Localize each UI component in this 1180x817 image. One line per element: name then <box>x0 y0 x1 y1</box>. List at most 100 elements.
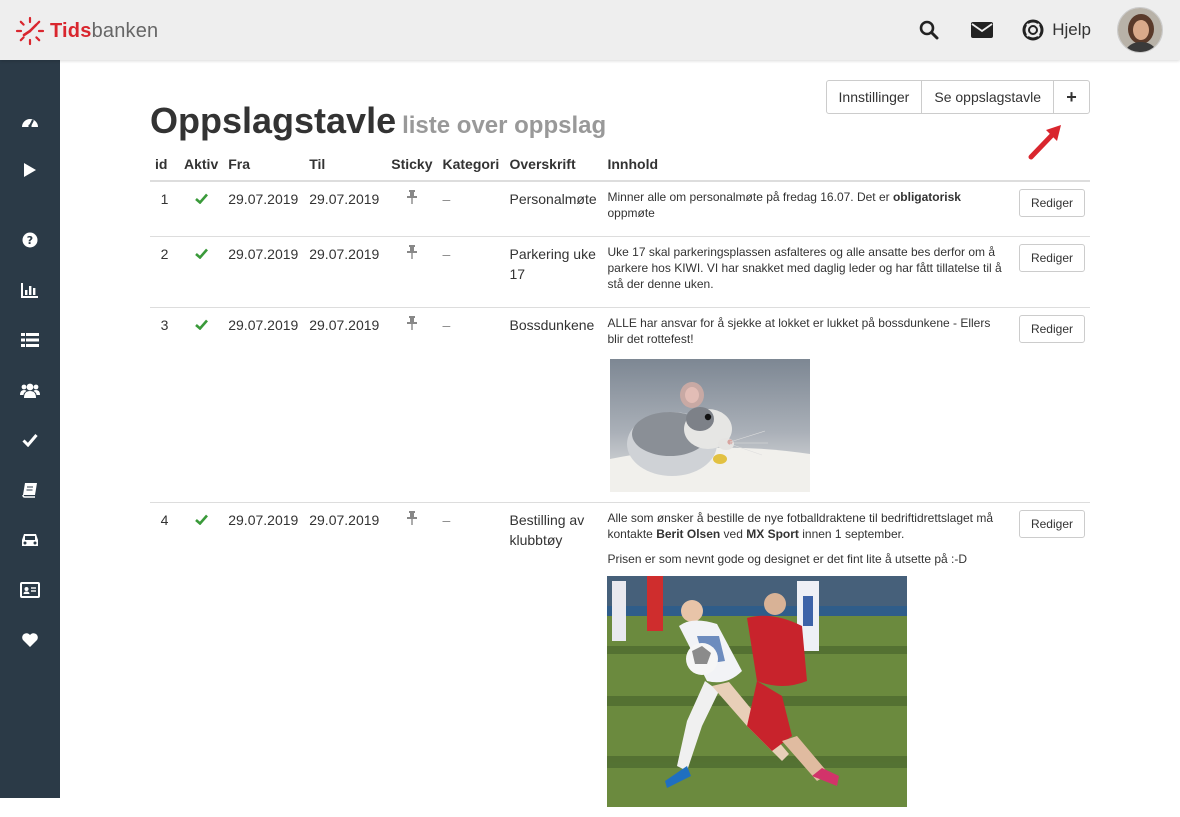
check-icon <box>195 246 208 262</box>
sidebar-item-list[interactable] <box>0 325 60 355</box>
col-from[interactable]: Fra <box>223 152 304 181</box>
content-text-part: ved <box>720 527 746 541</box>
col-actions <box>1014 152 1090 181</box>
active-cell <box>179 237 223 308</box>
sidebar-item-users[interactable] <box>0 375 60 405</box>
active-cell <box>179 308 223 503</box>
category: – <box>437 181 504 237</box>
sidebar: ? <box>0 60 60 798</box>
active-cell <box>179 503 223 817</box>
col-category[interactable]: Kategori <box>437 152 504 181</box>
logo-icon <box>14 15 46 47</box>
col-active[interactable]: Aktiv <box>179 152 223 181</box>
col-id[interactable]: id <box>150 152 179 181</box>
id-card-icon <box>20 582 40 598</box>
edit-button[interactable]: Rediger <box>1019 510 1085 538</box>
avatar[interactable] <box>1117 7 1163 53</box>
sidebar-item-car[interactable] <box>0 525 60 555</box>
book-icon <box>22 482 38 498</box>
category: – <box>437 237 504 308</box>
check-icon <box>195 317 208 333</box>
to-date: 29.07.2019 <box>304 308 386 503</box>
sidebar-item-book[interactable] <box>0 475 60 505</box>
view-board-button[interactable]: Se oppslagstavle <box>921 80 1054 114</box>
sidebar-item-reports[interactable] <box>0 275 60 305</box>
category: – <box>437 308 504 503</box>
pin-icon[interactable] <box>407 512 417 528</box>
col-sticky[interactable]: Sticky <box>386 152 437 181</box>
from-date: 29.07.2019 <box>223 308 304 503</box>
heart-icon <box>21 632 39 648</box>
content-cell: Uke 17 skal parkeringsplassen asfalteres… <box>602 237 1013 308</box>
mail-icon[interactable] <box>971 22 993 38</box>
logo[interactable]: Tidsbanken <box>14 14 158 48</box>
sidebar-item-favorites[interactable] <box>0 625 60 655</box>
table-row: 3 29.07.2019 29.07.2019 – Bossdunkene AL… <box>150 308 1090 503</box>
content-text: ALLE har ansvar for å sjekke at lokket e… <box>607 315 1008 347</box>
logo-text: Tidsbanken <box>50 20 158 43</box>
check-icon <box>195 512 208 528</box>
sidebar-item-dashboard[interactable] <box>0 107 60 137</box>
help-link[interactable]: Hjelp <box>1022 19 1091 41</box>
edit-button[interactable]: Rediger <box>1019 315 1085 343</box>
to-date: 29.07.2019 <box>304 181 386 237</box>
pin-icon[interactable] <box>407 191 417 207</box>
dashboard-icon <box>21 114 39 130</box>
content-text: Uke 17 skal parkeringsplassen asfalteres… <box>607 244 1008 292</box>
to-date: 29.07.2019 <box>304 237 386 308</box>
question-circle-icon: ? <box>22 232 38 248</box>
sticky-cell <box>386 237 437 308</box>
page-title-text: Oppslagstavle <box>150 100 396 141</box>
svg-text:?: ? <box>27 234 33 247</box>
content-bold: Berit Olsen <box>656 527 720 541</box>
active-cell <box>179 181 223 237</box>
search-icon[interactable] <box>919 20 939 40</box>
col-to[interactable]: Til <box>304 152 386 181</box>
content-text: Alle som ønsker å bestille de nye fotbal… <box>607 510 1008 542</box>
to-date: 29.07.2019 <box>304 503 386 817</box>
sidebar-item-help[interactable]: ? <box>0 225 60 255</box>
page-subtitle: liste over oppslag <box>402 112 606 139</box>
logo-text-part1: Tids <box>50 20 92 42</box>
sidebar-item-tasks[interactable] <box>0 425 60 455</box>
row-id: 2 <box>150 237 179 308</box>
pin-icon[interactable] <box>407 317 417 333</box>
car-icon <box>20 532 40 548</box>
table-row: 2 29.07.2019 29.07.2019 – Parkering uke … <box>150 237 1090 308</box>
top-icons: Hjelp <box>919 0 1180 60</box>
toolbar: Innstillinger Se oppslagstavle + <box>826 80 1090 114</box>
content-text-part: innen 1 september. <box>799 527 904 541</box>
heading: Personalmøte <box>504 181 602 237</box>
actions-cell: Rediger <box>1014 237 1090 308</box>
from-date: 29.07.2019 <box>223 181 304 237</box>
sidebar-item-id-card[interactable] <box>0 575 60 605</box>
content-text: Prisen er som nevnt gode og designet er … <box>607 551 1008 567</box>
sticky-cell <box>386 308 437 503</box>
content-text-part: Minner alle om personalmøte på fredag 16… <box>607 190 892 204</box>
sidebar-item-play[interactable] <box>0 155 60 185</box>
add-post-button[interactable]: + <box>1053 80 1090 114</box>
edit-button[interactable]: Rediger <box>1019 189 1085 217</box>
heading: Bossdunkene <box>504 308 602 503</box>
actions-cell: Rediger <box>1014 181 1090 237</box>
table-header-row: id Aktiv Fra Til Sticky Kategori Overskr… <box>150 152 1090 181</box>
heading: Parkering uke 17 <box>504 237 602 308</box>
posts-table: id Aktiv Fra Til Sticky Kategori Overskr… <box>150 152 1090 817</box>
row-id: 4 <box>150 503 179 817</box>
content-bold: MX Sport <box>746 527 799 541</box>
settings-button[interactable]: Innstillinger <box>826 80 923 114</box>
bar-chart-icon <box>21 282 39 298</box>
pin-icon[interactable] <box>407 246 417 262</box>
content-cell: ALLE har ansvar for å sjekke at lokket e… <box>602 308 1013 503</box>
play-icon <box>23 162 37 178</box>
col-heading[interactable]: Overskrift <box>504 152 602 181</box>
content-bold: obligatorisk <box>893 190 961 204</box>
table-row: 4 29.07.2019 29.07.2019 – Bestilling av … <box>150 503 1090 817</box>
page-title: Oppslagstavleliste over oppslag <box>150 100 606 142</box>
list-icon <box>21 333 39 347</box>
actions-cell: Rediger <box>1014 308 1090 503</box>
edit-button[interactable]: Rediger <box>1019 244 1085 272</box>
col-content[interactable]: Innhold <box>602 152 1013 181</box>
content-text: Minner alle om personalmøte på fredag 16… <box>607 189 1008 221</box>
row-id: 1 <box>150 181 179 237</box>
